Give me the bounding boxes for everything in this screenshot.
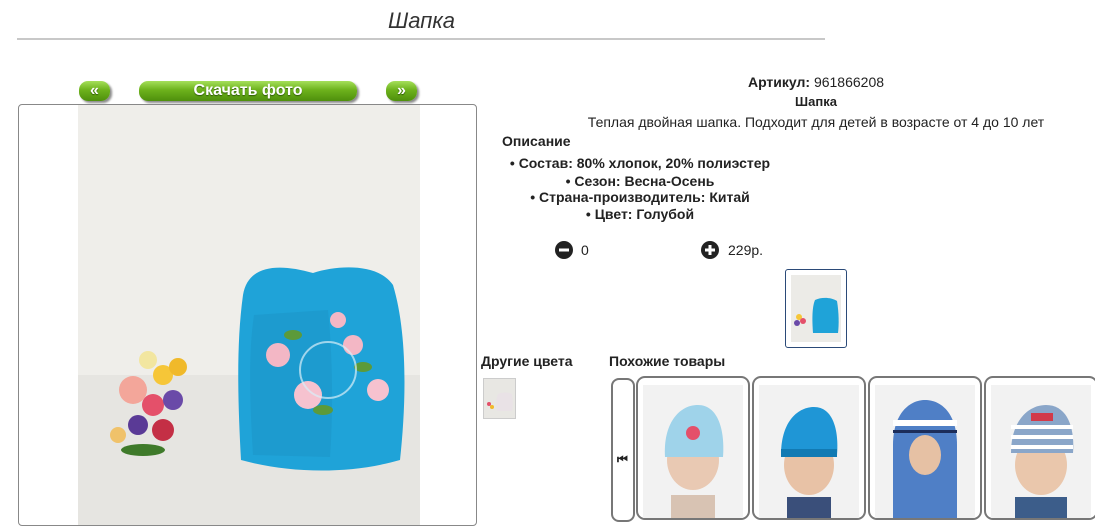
similar-product-card[interactable]: [868, 376, 982, 520]
similar-product-card[interactable]: [752, 376, 866, 520]
feature-item: • Цвет: Голубой: [585, 206, 695, 222]
product-photo[interactable]: [78, 105, 420, 525]
feature-item: • Страна-производитель: Китай: [530, 189, 750, 205]
other-colors-heading: Другие цвета: [481, 353, 573, 369]
similar-product-card[interactable]: [636, 376, 750, 520]
skip-back-icon: ⏮: [617, 452, 628, 466]
product-photo-frame: [18, 104, 477, 526]
similar-products-heading: Похожие товары: [609, 353, 726, 369]
similar-product-image: [991, 385, 1091, 518]
feature-item: • Сезон: Весна-Осень: [565, 173, 715, 189]
download-photo-button[interactable]: Скачать фото: [139, 81, 357, 101]
product-name: Шапка: [795, 94, 837, 109]
product-description: Теплая двойная шапка. Подходит для детей…: [587, 114, 1045, 130]
prev-photo-button[interactable]: «: [79, 81, 110, 101]
similar-product-image: [759, 385, 859, 518]
product-price: 229р.: [728, 242, 764, 258]
carousel-prev-button[interactable]: ⏮: [611, 378, 635, 522]
sku-label: Артикул:: [747, 74, 811, 90]
title-divider: [17, 38, 825, 40]
plus-icon[interactable]: [701, 241, 719, 259]
similar-product-card[interactable]: [984, 376, 1095, 520]
next-photo-button[interactable]: »: [386, 81, 417, 101]
quantity-value: 0: [581, 242, 589, 258]
minus-icon[interactable]: [555, 241, 573, 259]
sku-value: 961866208: [813, 74, 885, 90]
similar-product-image: [875, 385, 975, 518]
feature-item: • Состав: 80% хлопок, 20% полиэстер: [509, 155, 771, 171]
hat-photo-illustration: [78, 105, 420, 525]
product-sku: Артикул: 961866208: [498, 74, 1095, 90]
similar-product-image: [643, 385, 743, 518]
color-variant-thumbnail[interactable]: [483, 378, 516, 419]
selected-photo-thumbnail[interactable]: [785, 269, 847, 348]
description-title: Описание: [502, 133, 571, 149]
page-title: Шапка: [388, 8, 455, 33]
